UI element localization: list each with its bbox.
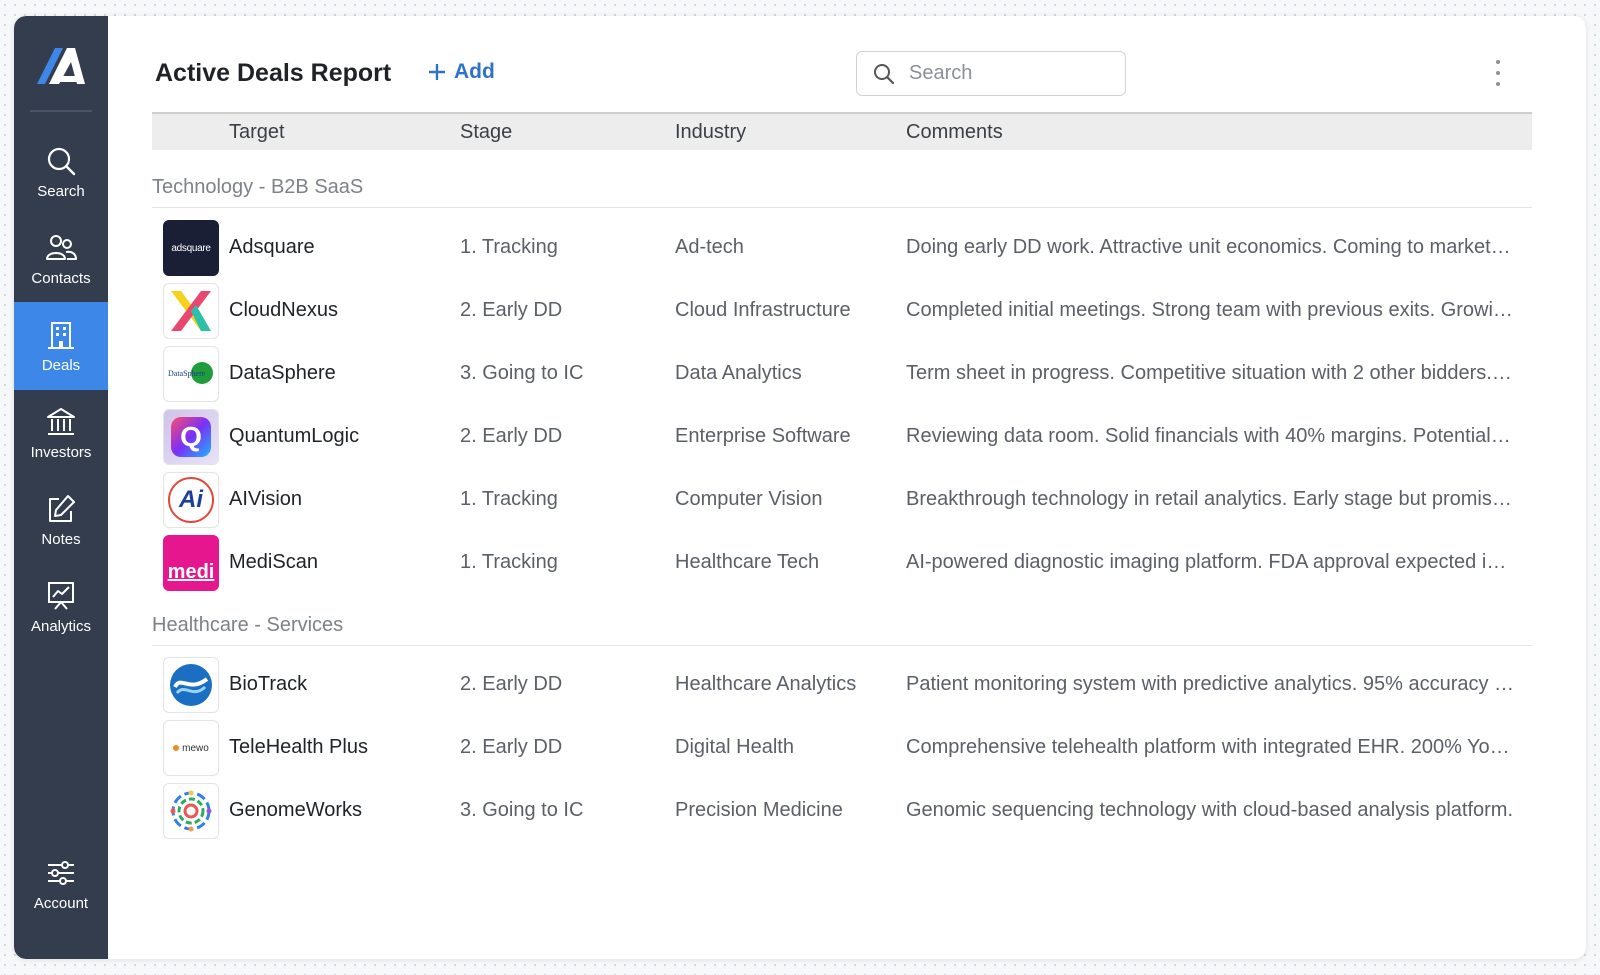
comments: Term sheet in progress. Competitive situ… [906, 362, 1516, 384]
industry: Ad-tech [675, 236, 744, 258]
comments: Completed initial meetings. Strong team … [906, 299, 1516, 321]
logo-text: Ai [179, 486, 203, 513]
target-name[interactable]: MediScan [229, 551, 318, 574]
sidebar-item-label: Search [37, 182, 85, 200]
more-options-button[interactable] [1492, 60, 1504, 86]
stage: 2. Early DD [460, 736, 563, 758]
datasphere-logo: DataSphere [166, 362, 216, 384]
table-row[interactable]: mewo TeleHealth Plus 2. Early DD Digital… [14, 718, 1586, 778]
table-header: Target Stage Industry Comments [152, 112, 1532, 150]
sidebar-item-account[interactable]: Account [14, 840, 108, 928]
target-name[interactable]: GenomeWorks [229, 799, 362, 822]
industry: Precision Medicine [675, 799, 843, 821]
stage: 3. Going to IC [460, 362, 584, 384]
logo-text: adsquare [171, 242, 211, 254]
stage: 2. Early DD [460, 425, 563, 447]
group-header: Healthcare - Services [152, 606, 1532, 646]
company-logo [163, 283, 219, 339]
comments: Breakthrough technology in retail analyt… [906, 488, 1516, 510]
comments: Comprehensive telehealth platform with i… [906, 736, 1516, 758]
target-name[interactable]: CloudNexus [229, 299, 338, 322]
target-name[interactable]: AIVision [229, 488, 302, 511]
target-name[interactable]: DataSphere [229, 362, 336, 385]
comments: Genomic sequencing technology with cloud… [906, 799, 1514, 821]
company-logo: adsquare [163, 220, 219, 276]
quantumlogic-logo: Q [171, 417, 211, 457]
column-header-industry[interactable]: Industry [675, 121, 746, 144]
industry: Enterprise Software [675, 425, 851, 447]
group-title: Healthcare - Services [152, 614, 344, 636]
company-logo: Ai [163, 472, 219, 528]
app-window: Search Contacts Deals Investors Notes An… [14, 16, 1586, 959]
table-row[interactable]: Ai AIVision 1. Tracking Computer Vision … [14, 470, 1586, 530]
table-row[interactable]: GenomeWorks 3. Going to IC Precision Med… [14, 781, 1586, 841]
kebab-dot [1496, 60, 1500, 64]
kebab-dot [1496, 71, 1500, 75]
search-icon [874, 63, 895, 84]
industry: Data Analytics [675, 362, 802, 384]
sidebar-divider [30, 110, 92, 112]
biotrack-logo-icon [170, 664, 212, 706]
industry: Cloud Infrastructure [675, 299, 851, 321]
industry: Healthcare Analytics [675, 673, 857, 695]
column-header-stage[interactable]: Stage [460, 121, 512, 144]
comments: Reviewing data room. Solid financials wi… [906, 425, 1516, 447]
logo-text: DataSphere [168, 369, 206, 378]
stage: 2. Early DD [460, 673, 563, 695]
company-logo: mewo [163, 720, 219, 776]
search-box[interactable] [856, 51, 1126, 96]
column-header-target[interactable]: Target [229, 121, 285, 144]
company-logo: medi [163, 535, 219, 591]
comments: AI-powered diagnostic imaging platform. … [906, 551, 1516, 573]
logo-dot [173, 745, 180, 751]
logo-text: mewo [182, 742, 209, 754]
sliders-icon [48, 860, 74, 885]
company-logo [163, 783, 219, 839]
comments: Doing early DD work. Attractive unit eco… [906, 236, 1516, 258]
group-header: Technology - B2B SaaS [152, 168, 1532, 208]
column-header-comments[interactable]: Comments [906, 121, 1003, 144]
sidebar-item-label: Account [33, 894, 89, 912]
add-button[interactable]: Add [428, 60, 495, 84]
table-row[interactable]: medi MediScan 1. Tracking Healthcare Tec… [14, 533, 1586, 593]
search-icon [47, 147, 76, 175]
table-row[interactable]: adsquare Adsquare 1. Tracking Ad-tech Do… [14, 218, 1586, 278]
target-name[interactable]: TeleHealth Plus [229, 736, 368, 759]
target-name[interactable]: Adsquare [229, 236, 315, 259]
company-logo: Q [163, 409, 219, 465]
logo-text: medi [167, 561, 215, 583]
comments: Patient monitoring system with predictiv… [906, 673, 1516, 695]
company-logo [163, 657, 219, 713]
sidebar-item-label: Analytics [30, 617, 92, 635]
industry: Digital Health [675, 736, 794, 758]
logo-icon [37, 48, 85, 84]
target-name[interactable]: QuantumLogic [229, 425, 359, 448]
stage: 1. Tracking [460, 236, 558, 258]
search-input[interactable] [907, 61, 1107, 86]
logo-text: Q [180, 421, 202, 452]
table-row[interactable]: Q QuantumLogic 2. Early DD Enterprise So… [14, 407, 1586, 467]
target-name[interactable]: BioTrack [229, 673, 307, 696]
kebab-dot [1496, 82, 1500, 86]
table-row[interactable]: BioTrack 2. Early DD Healthcare Analytic… [14, 655, 1586, 715]
stage: 1. Tracking [460, 551, 558, 573]
stage: 3. Going to IC [460, 799, 584, 821]
page-title: Active Deals Report [155, 59, 392, 87]
industry: Computer Vision [675, 488, 823, 510]
genomeworks-logo-icon [170, 790, 212, 832]
add-button-label: Add [454, 60, 495, 83]
app-logo[interactable] [14, 44, 108, 88]
stage: 1. Tracking [460, 488, 558, 510]
group-title: Technology - B2B SaaS [152, 176, 364, 198]
stage: 2. Early DD [460, 299, 563, 321]
cloudnexus-logo-icon [171, 291, 211, 331]
table-row[interactable]: DataSphere DataSphere 3. Going to IC Dat… [14, 344, 1586, 404]
sidebar-item-search[interactable]: Search [14, 128, 108, 216]
plus-icon [429, 64, 445, 80]
aivision-logo: Ai [168, 477, 214, 523]
table-row[interactable]: CloudNexus 2. Early DD Cloud Infrastruct… [14, 281, 1586, 341]
industry: Healthcare Tech [675, 551, 820, 573]
company-logo: DataSphere [163, 346, 219, 402]
